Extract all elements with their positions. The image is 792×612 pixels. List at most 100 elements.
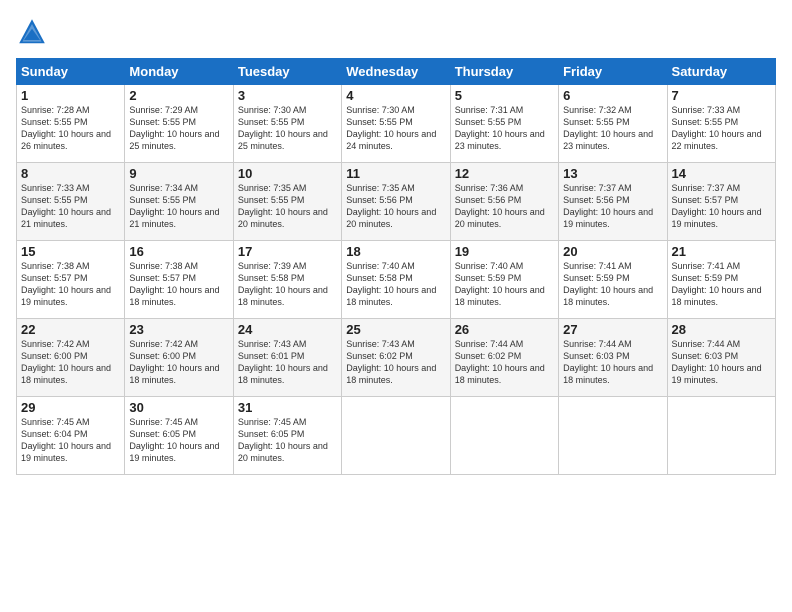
day-info: Sunrise: 7:37 AMSunset: 5:56 PMDaylight:… [563, 182, 662, 231]
day-number: 25 [346, 322, 445, 337]
logo [16, 16, 52, 48]
calendar-cell: 9Sunrise: 7:34 AMSunset: 5:55 PMDaylight… [125, 163, 233, 241]
calendar-cell: 30Sunrise: 7:45 AMSunset: 6:05 PMDayligh… [125, 397, 233, 475]
day-number: 2 [129, 88, 228, 103]
day-number: 6 [563, 88, 662, 103]
day-number: 26 [455, 322, 554, 337]
day-info: Sunrise: 7:42 AMSunset: 6:00 PMDaylight:… [21, 338, 120, 387]
day-number: 9 [129, 166, 228, 181]
day-info: Sunrise: 7:43 AMSunset: 6:02 PMDaylight:… [346, 338, 445, 387]
day-info: Sunrise: 7:32 AMSunset: 5:55 PMDaylight:… [563, 104, 662, 153]
day-number: 1 [21, 88, 120, 103]
day-number: 8 [21, 166, 120, 181]
day-info: Sunrise: 7:28 AMSunset: 5:55 PMDaylight:… [21, 104, 120, 153]
day-number: 24 [238, 322, 337, 337]
calendar-cell: 1Sunrise: 7:28 AMSunset: 5:55 PMDaylight… [17, 85, 125, 163]
day-number: 19 [455, 244, 554, 259]
calendar-cell: 23Sunrise: 7:42 AMSunset: 6:00 PMDayligh… [125, 319, 233, 397]
day-number: 18 [346, 244, 445, 259]
day-number: 7 [672, 88, 771, 103]
day-info: Sunrise: 7:45 AMSunset: 6:05 PMDaylight:… [238, 416, 337, 465]
header-friday: Friday [559, 59, 667, 85]
day-info: Sunrise: 7:38 AMSunset: 5:57 PMDaylight:… [129, 260, 228, 309]
calendar-cell: 28Sunrise: 7:44 AMSunset: 6:03 PMDayligh… [667, 319, 775, 397]
day-number: 27 [563, 322, 662, 337]
header-tuesday: Tuesday [233, 59, 341, 85]
day-info: Sunrise: 7:37 AMSunset: 5:57 PMDaylight:… [672, 182, 771, 231]
day-info: Sunrise: 7:43 AMSunset: 6:01 PMDaylight:… [238, 338, 337, 387]
day-info: Sunrise: 7:44 AMSunset: 6:03 PMDaylight:… [672, 338, 771, 387]
calendar-cell: 5Sunrise: 7:31 AMSunset: 5:55 PMDaylight… [450, 85, 558, 163]
calendar-cell: 4Sunrise: 7:30 AMSunset: 5:55 PMDaylight… [342, 85, 450, 163]
day-number: 12 [455, 166, 554, 181]
calendar-cell: 24Sunrise: 7:43 AMSunset: 6:01 PMDayligh… [233, 319, 341, 397]
calendar-cell: 19Sunrise: 7:40 AMSunset: 5:59 PMDayligh… [450, 241, 558, 319]
day-info: Sunrise: 7:45 AMSunset: 6:05 PMDaylight:… [129, 416, 228, 465]
day-info: Sunrise: 7:45 AMSunset: 6:04 PMDaylight:… [21, 416, 120, 465]
day-info: Sunrise: 7:38 AMSunset: 5:57 PMDaylight:… [21, 260, 120, 309]
calendar-cell: 22Sunrise: 7:42 AMSunset: 6:00 PMDayligh… [17, 319, 125, 397]
day-number: 14 [672, 166, 771, 181]
calendar-week-row: 22Sunrise: 7:42 AMSunset: 6:00 PMDayligh… [17, 319, 776, 397]
calendar-cell: 31Sunrise: 7:45 AMSunset: 6:05 PMDayligh… [233, 397, 341, 475]
header [16, 16, 776, 48]
calendar-cell: 10Sunrise: 7:35 AMSunset: 5:55 PMDayligh… [233, 163, 341, 241]
calendar-cell: 7Sunrise: 7:33 AMSunset: 5:55 PMDaylight… [667, 85, 775, 163]
day-number: 13 [563, 166, 662, 181]
weekday-header-row: Sunday Monday Tuesday Wednesday Thursday… [17, 59, 776, 85]
day-number: 11 [346, 166, 445, 181]
calendar-cell: 2Sunrise: 7:29 AMSunset: 5:55 PMDaylight… [125, 85, 233, 163]
calendar-cell [667, 397, 775, 475]
day-info: Sunrise: 7:36 AMSunset: 5:56 PMDaylight:… [455, 182, 554, 231]
day-info: Sunrise: 7:44 AMSunset: 6:02 PMDaylight:… [455, 338, 554, 387]
calendar-cell: 11Sunrise: 7:35 AMSunset: 5:56 PMDayligh… [342, 163, 450, 241]
calendar-container: Sunday Monday Tuesday Wednesday Thursday… [0, 0, 792, 612]
calendar-cell: 17Sunrise: 7:39 AMSunset: 5:58 PMDayligh… [233, 241, 341, 319]
day-info: Sunrise: 7:30 AMSunset: 5:55 PMDaylight:… [238, 104, 337, 153]
calendar-cell: 6Sunrise: 7:32 AMSunset: 5:55 PMDaylight… [559, 85, 667, 163]
day-info: Sunrise: 7:30 AMSunset: 5:55 PMDaylight:… [346, 104, 445, 153]
calendar-cell: 8Sunrise: 7:33 AMSunset: 5:55 PMDaylight… [17, 163, 125, 241]
day-info: Sunrise: 7:40 AMSunset: 5:59 PMDaylight:… [455, 260, 554, 309]
calendar-cell: 13Sunrise: 7:37 AMSunset: 5:56 PMDayligh… [559, 163, 667, 241]
calendar-cell: 14Sunrise: 7:37 AMSunset: 5:57 PMDayligh… [667, 163, 775, 241]
day-info: Sunrise: 7:40 AMSunset: 5:58 PMDaylight:… [346, 260, 445, 309]
calendar-cell: 20Sunrise: 7:41 AMSunset: 5:59 PMDayligh… [559, 241, 667, 319]
day-number: 23 [129, 322, 228, 337]
calendar-cell: 18Sunrise: 7:40 AMSunset: 5:58 PMDayligh… [342, 241, 450, 319]
day-info: Sunrise: 7:42 AMSunset: 6:00 PMDaylight:… [129, 338, 228, 387]
day-info: Sunrise: 7:35 AMSunset: 5:55 PMDaylight:… [238, 182, 337, 231]
logo-icon [16, 16, 48, 48]
day-info: Sunrise: 7:33 AMSunset: 5:55 PMDaylight:… [21, 182, 120, 231]
day-number: 5 [455, 88, 554, 103]
calendar-week-row: 1Sunrise: 7:28 AMSunset: 5:55 PMDaylight… [17, 85, 776, 163]
calendar-week-row: 15Sunrise: 7:38 AMSunset: 5:57 PMDayligh… [17, 241, 776, 319]
calendar-cell: 27Sunrise: 7:44 AMSunset: 6:03 PMDayligh… [559, 319, 667, 397]
header-thursday: Thursday [450, 59, 558, 85]
calendar-cell [559, 397, 667, 475]
calendar-cell: 25Sunrise: 7:43 AMSunset: 6:02 PMDayligh… [342, 319, 450, 397]
day-info: Sunrise: 7:29 AMSunset: 5:55 PMDaylight:… [129, 104, 228, 153]
day-info: Sunrise: 7:39 AMSunset: 5:58 PMDaylight:… [238, 260, 337, 309]
day-number: 31 [238, 400, 337, 415]
header-sunday: Sunday [17, 59, 125, 85]
day-number: 10 [238, 166, 337, 181]
day-number: 17 [238, 244, 337, 259]
calendar-cell: 26Sunrise: 7:44 AMSunset: 6:02 PMDayligh… [450, 319, 558, 397]
calendar-table: Sunday Monday Tuesday Wednesday Thursday… [16, 58, 776, 475]
day-number: 21 [672, 244, 771, 259]
day-info: Sunrise: 7:41 AMSunset: 5:59 PMDaylight:… [672, 260, 771, 309]
calendar-cell: 16Sunrise: 7:38 AMSunset: 5:57 PMDayligh… [125, 241, 233, 319]
day-info: Sunrise: 7:33 AMSunset: 5:55 PMDaylight:… [672, 104, 771, 153]
day-info: Sunrise: 7:44 AMSunset: 6:03 PMDaylight:… [563, 338, 662, 387]
calendar-cell: 29Sunrise: 7:45 AMSunset: 6:04 PMDayligh… [17, 397, 125, 475]
day-number: 20 [563, 244, 662, 259]
day-number: 15 [21, 244, 120, 259]
day-info: Sunrise: 7:41 AMSunset: 5:59 PMDaylight:… [563, 260, 662, 309]
day-number: 4 [346, 88, 445, 103]
day-info: Sunrise: 7:31 AMSunset: 5:55 PMDaylight:… [455, 104, 554, 153]
calendar-cell [342, 397, 450, 475]
calendar-cell: 15Sunrise: 7:38 AMSunset: 5:57 PMDayligh… [17, 241, 125, 319]
calendar-week-row: 29Sunrise: 7:45 AMSunset: 6:04 PMDayligh… [17, 397, 776, 475]
day-number: 16 [129, 244, 228, 259]
